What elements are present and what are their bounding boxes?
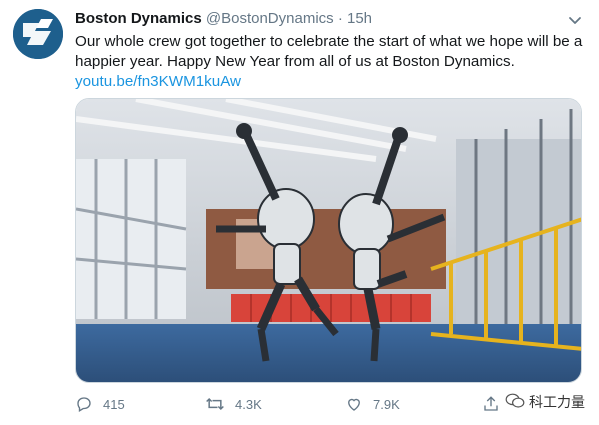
boston-dynamics-logo <box>13 9 63 59</box>
avatar[interactable] <box>13 9 63 59</box>
author-handle[interactable]: @BostonDynamics <box>206 10 334 27</box>
tweet-timestamp[interactable]: 15h <box>347 10 372 27</box>
reply-count: 415 <box>103 396 125 412</box>
tweet-text: Our whole crew got together to celebrate… <box>75 32 590 92</box>
tweet-link[interactable]: youtu.be/fn3KWM1kuAw <box>75 72 590 92</box>
share-icon <box>482 395 500 413</box>
robots-dancing-image <box>76 99 581 382</box>
retweet-count: 4.3K <box>235 396 262 412</box>
chevron-down-icon[interactable] <box>565 10 585 30</box>
retweet-button[interactable]: 4.3K <box>205 395 262 413</box>
author-name[interactable]: Boston Dynamics <box>75 10 202 27</box>
tweet-media[interactable] <box>75 98 582 383</box>
tweet-header: Boston Dynamics @BostonDynamics · 15h <box>75 10 585 30</box>
heart-icon <box>345 395 363 413</box>
like-count: 7.9K <box>373 396 400 412</box>
wechat-icon <box>505 393 525 412</box>
like-button[interactable]: 7.9K <box>345 395 400 413</box>
watermark-text: 科工力量 <box>529 394 585 410</box>
tweet-body: Our whole crew got together to celebrate… <box>75 33 583 70</box>
share-button[interactable] <box>482 395 500 413</box>
watermark: 科工力量 <box>505 392 585 412</box>
retweet-icon <box>205 395 225 413</box>
reply-button[interactable]: 415 <box>75 395 125 413</box>
reply-icon <box>75 395 93 413</box>
separator-dot: · <box>337 10 343 27</box>
